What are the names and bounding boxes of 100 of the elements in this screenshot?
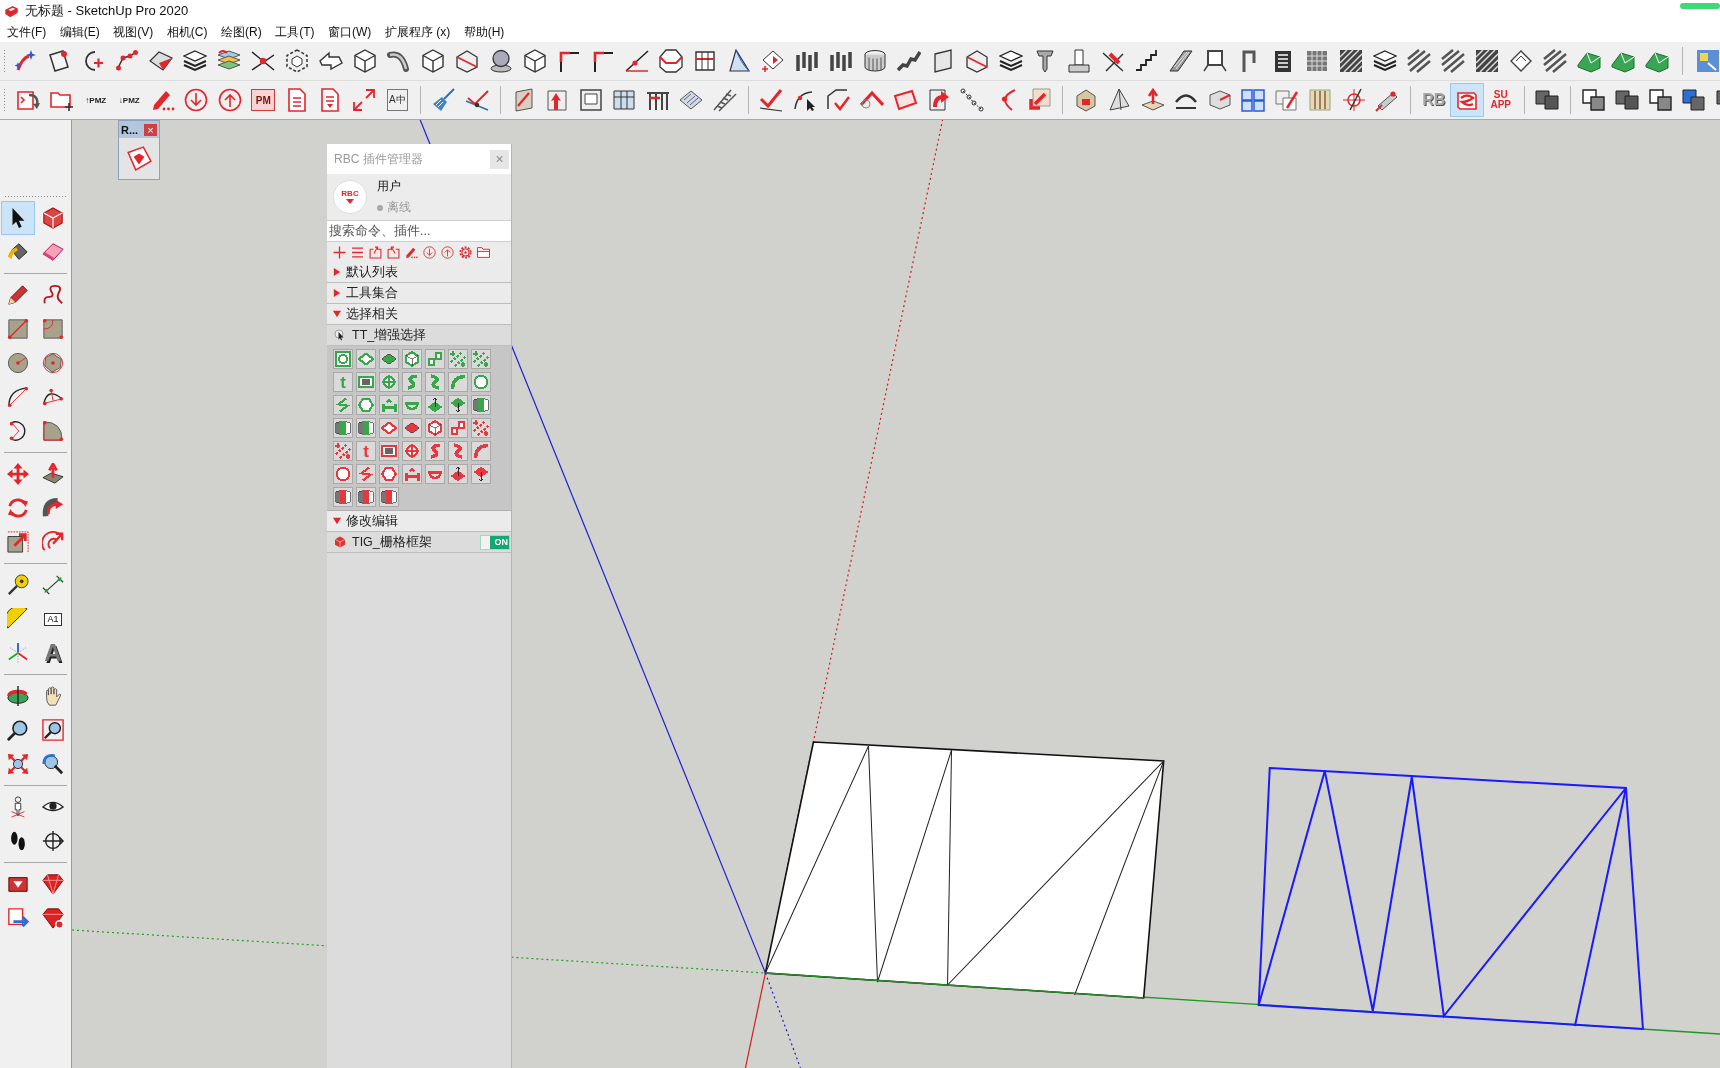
cube-icon[interactable] [523,49,547,73]
arc-icon[interactable] [7,386,29,408]
polygon-icon[interactable] [42,352,64,374]
menu-item[interactable]: 文件(F) [7,23,47,41]
gem-card-icon[interactable] [126,146,152,172]
prism-icon[interactable] [1107,88,1132,112]
rectangle-icon[interactable] [7,318,29,340]
hatch-icon[interactable] [1339,49,1363,73]
curtain-wall-icon[interactable] [612,88,637,112]
arc-icon[interactable] [42,386,64,408]
ramp-icon[interactable] [1169,49,1193,73]
paint-bucket-icon[interactable] [7,241,29,263]
roof-icon[interactable] [859,88,884,112]
search-field[interactable]: 搜索命令、插件... [327,220,511,242]
toolbar-grip[interactable] [3,88,6,112]
scale-icon[interactable] [7,531,29,553]
plugin-row[interactable]: TT_增强选择 [327,325,511,346]
zoom-extents-icon[interactable] [7,753,29,775]
offset-icon[interactable] [42,531,64,553]
menu-item[interactable]: 视图(V) [113,23,154,41]
pencil-icon[interactable] [405,245,418,259]
cube-icon[interactable] [421,49,445,73]
section-header[interactable]: 工具集合 [327,283,511,304]
layers-icon[interactable] [1373,49,1397,73]
cursor-icon[interactable] [1,201,35,235]
sliced-hexagon-icon[interactable] [455,49,479,73]
circle-icon[interactable] [7,352,29,374]
gem-icon[interactable] [42,907,64,929]
window-frame-icon[interactable] [578,88,603,112]
stripes-icon[interactable] [1441,49,1465,73]
orbit-icon[interactable] [7,685,29,707]
pencil-icon[interactable] [150,88,175,112]
layers-icon[interactable] [217,49,241,73]
polyline-icon[interactable] [115,49,139,73]
triangle-icon[interactable] [727,49,751,73]
menu-item[interactable]: 编辑(E) [59,23,100,41]
panel-icon[interactable] [931,49,955,73]
check-icon[interactable] [826,88,851,112]
pmz-button[interactable]: ↓PMZ [117,89,141,111]
3d-text-tool-button[interactable]: A [41,639,65,667]
corner-icon[interactable] [591,49,615,73]
menu-item[interactable]: 扩展程序 (x) [384,23,451,41]
squares-icon[interactable] [1648,88,1673,112]
check-icon[interactable] [465,88,490,112]
menu-item[interactable]: 绘图(R) [221,23,262,41]
dotted-path-icon[interactable] [960,88,985,112]
crosshair-icon[interactable] [42,830,64,852]
cut-box-icon[interactable] [1207,88,1232,112]
zoom-icon[interactable] [7,719,29,741]
export-icon[interactable] [7,907,29,929]
stairs-icon[interactable] [1135,49,1159,73]
add-icon[interactable] [333,245,346,259]
arrow-sheet-icon[interactable] [1027,88,1052,112]
previous-view-icon[interactable] [42,753,64,775]
measure-icon[interactable] [1375,88,1400,112]
columns-icon[interactable] [829,49,853,73]
eraser-icon[interactable] [42,241,64,263]
cut-icon[interactable] [1101,49,1125,73]
axes-icon[interactable] [7,642,29,664]
compass-icon[interactable] [1341,88,1366,112]
map-icon[interactable] [1696,49,1720,73]
download-icon[interactable] [184,88,209,112]
rotate-icon[interactable] [7,497,29,519]
stripes-icon[interactable] [1407,49,1431,73]
upload-icon[interactable] [217,88,242,112]
terrain-icon[interactable] [1611,49,1635,73]
block-arrow-icon[interactable] [319,49,343,73]
push-pull-icon[interactable] [42,463,64,485]
pmz-button[interactable]: ↑PMZ [84,89,108,111]
tilted-slab-icon[interactable] [893,88,918,112]
cube-icon[interactable] [353,49,377,73]
curved-arrow-icon[interactable] [42,497,64,519]
diamond-frame-icon[interactable] [1509,49,1533,73]
cube-icon[interactable] [42,207,64,229]
wood-panel-icon[interactable] [1308,88,1333,112]
tape-measure-icon[interactable] [7,574,29,596]
layers-icon[interactable] [183,49,207,73]
toolbar-grip[interactable] [4,195,67,199]
swirl-icon[interactable] [1450,83,1485,117]
intersect-icon[interactable] [251,49,275,73]
pencil-icon[interactable] [7,284,29,306]
app-button[interactable]: SU APP [1487,88,1514,112]
menu-item[interactable]: 帮助(H) [463,23,505,41]
broom-icon[interactable] [431,88,456,112]
expand-icon[interactable] [351,88,376,112]
export-icon[interactable] [387,245,400,259]
menu-item[interactable]: 相机(C) [166,23,208,41]
squares-icon[interactable] [1682,88,1707,112]
gem-icon[interactable] [42,873,64,895]
cylinder-icon[interactable] [863,49,887,73]
box-icon[interactable] [149,49,173,73]
bolt-icon[interactable] [1033,49,1057,73]
frame-box-icon[interactable] [693,49,717,73]
squares-icon[interactable] [1535,88,1560,112]
terrain-icon[interactable] [1645,49,1669,73]
protractor-icon[interactable] [7,608,29,630]
menu-item[interactable]: 窗口(W) [328,23,372,41]
squares-icon[interactable] [1615,88,1640,112]
console-icon[interactable] [16,88,41,112]
dashed-hexagon-icon[interactable] [285,49,309,73]
